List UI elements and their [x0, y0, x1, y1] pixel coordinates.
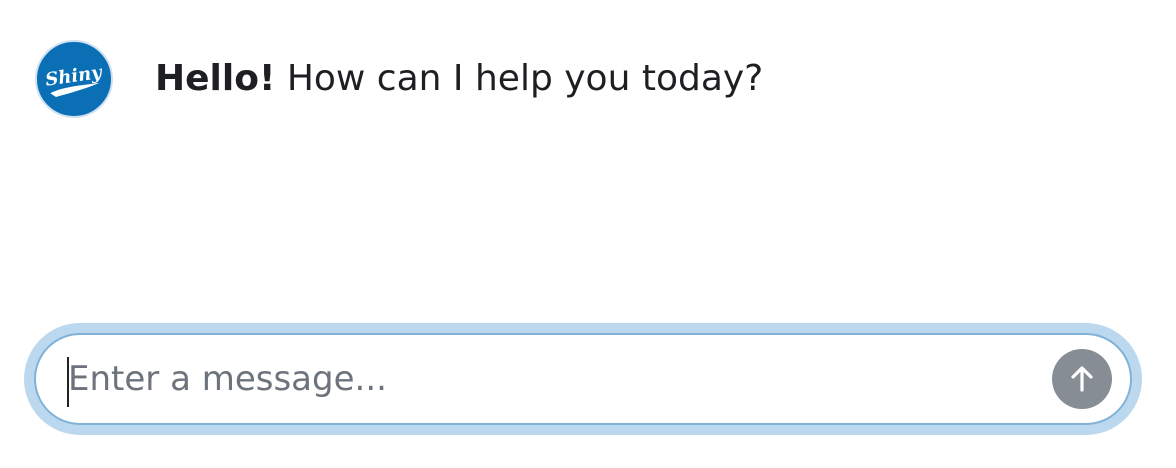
message-text: Hello! How can I help you today? — [155, 61, 763, 97]
message-input-container — [34, 333, 1132, 425]
message-body: How can I help you today? — [275, 58, 764, 99]
send-button[interactable] — [1052, 349, 1112, 409]
arrow-up-icon — [1071, 366, 1093, 392]
message-greeting: Hello! — [155, 58, 276, 99]
shiny-logo-icon: Shiny — [44, 62, 104, 98]
shiny-logo-avatar: Shiny — [35, 40, 113, 118]
message-composer — [24, 323, 1142, 435]
assistant-message: Shiny Hello! How can I help you today? — [35, 40, 763, 118]
chat-app: Shiny Hello! How can I help you today? — [0, 0, 1176, 468]
message-input[interactable] — [36, 349, 1052, 409]
text-caret — [67, 357, 69, 407]
